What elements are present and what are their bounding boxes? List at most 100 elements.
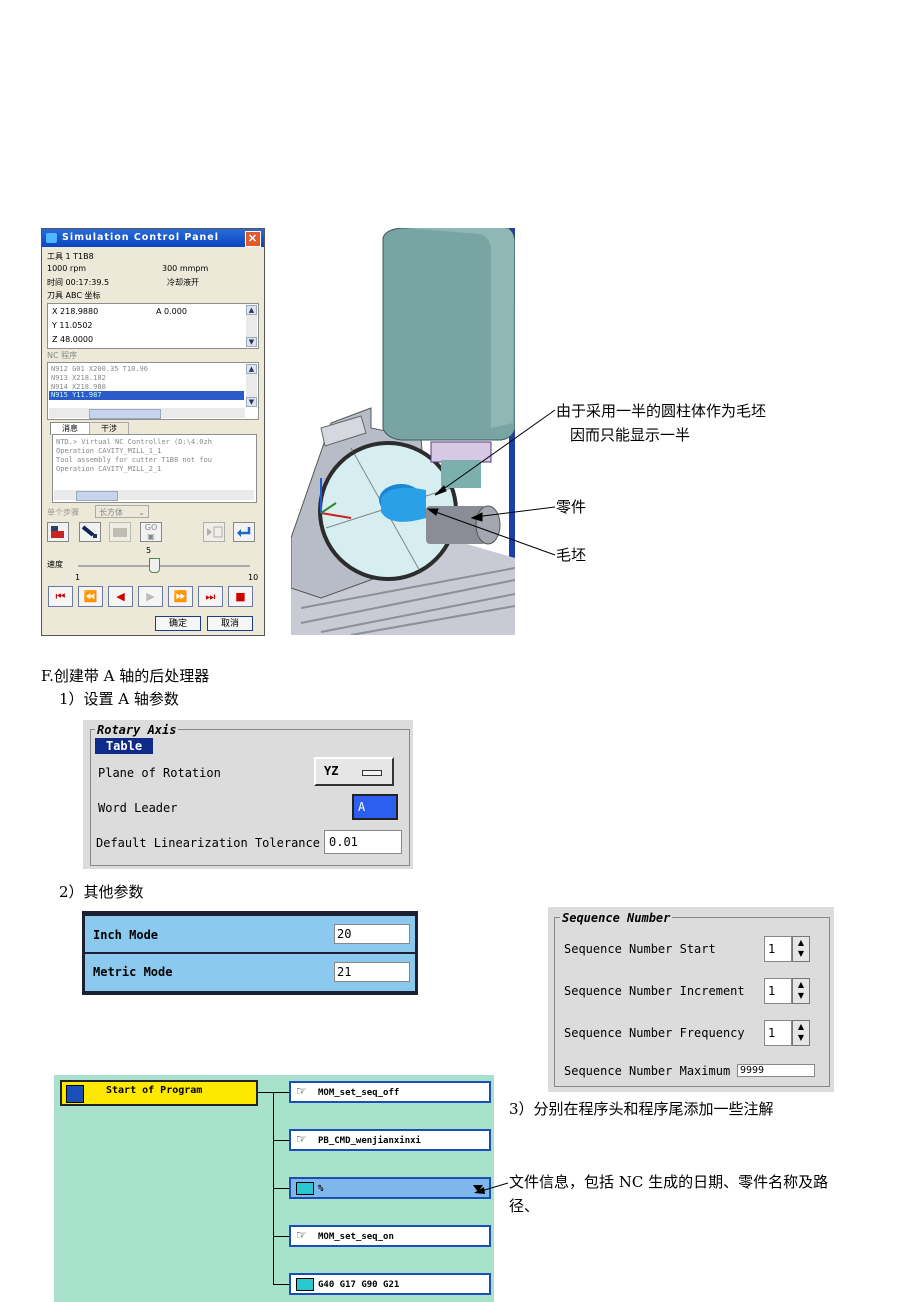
start-of-program-node[interactable]: Start of Program <box>60 1080 258 1106</box>
coord-header: 刀具 ABC 坐标 <box>47 291 101 300</box>
speed-slider-thumb[interactable] <box>149 558 161 573</box>
nc-hscrollbar[interactable] <box>49 408 245 419</box>
tree-node-selected[interactable]: % <box>289 1177 491 1199</box>
coord-a: A 0.000 <box>156 307 187 316</box>
return-icon[interactable] <box>233 522 255 542</box>
seq-increment-label: Sequence Number Increment <box>564 984 745 998</box>
nc-program-list[interactable]: N912 G01 X200.35 T10.96 N913 X218.182 N9… <box>47 362 259 420</box>
sequence-number-panel: Sequence Number Sequence Number Start 1 … <box>548 907 834 1092</box>
seq-frequency-label: Sequence Number Frequency <box>564 1026 745 1040</box>
forward-to-end-button[interactable]: ⏭ <box>198 586 223 607</box>
step-back-button[interactable]: ⏪ <box>78 586 103 607</box>
seq-increment-spinner[interactable]: ▲ ▼ <box>792 978 810 1004</box>
scroll-up-icon[interactable]: ▲ <box>246 364 257 374</box>
panel-titlebar[interactable]: Simulation Control Panel ✕ <box>42 229 264 247</box>
tree-node-block[interactable]: G40 G17 G90 G21 <box>289 1273 491 1295</box>
close-icon[interactable]: ✕ <box>245 231 261 247</box>
tolerance-label: Default Linearization Tolerance <box>96 836 320 850</box>
file-info-note-2: 径、 <box>509 1197 540 1215</box>
stop-button[interactable]: ■ <box>228 586 253 607</box>
coord-y: Y 11.0502 <box>52 321 93 330</box>
tool-row: 工具 1 T1B8 <box>47 252 94 261</box>
step-3-label: 3）分别在程序头和程序尾添加一些注解 <box>509 1100 774 1118</box>
speed-value: 5 <box>146 546 152 555</box>
seq-start-spinner[interactable]: ▲ ▼ <box>792 936 810 962</box>
nc-line[interactable]: N914 X218.980 <box>51 383 106 391</box>
simulation-control-panel: Simulation Control Panel ✕ 工具 1 T1B8 100… <box>41 228 265 636</box>
nc-scrollbar[interactable]: ▲ ▼ <box>246 364 257 407</box>
hand-pointer-icon: ☞ <box>296 1132 307 1146</box>
tree-connector <box>273 1284 289 1285</box>
callout-blank: 毛坯 <box>556 546 587 564</box>
inch-mode-label: Inch Mode <box>93 928 159 942</box>
seq-increment-field[interactable]: 1 <box>764 978 792 1004</box>
step-1-label: 1）设置 A 轴参数 <box>59 690 179 708</box>
play-button[interactable]: ▶ <box>138 586 163 607</box>
part-display-button[interactable] <box>109 522 131 542</box>
note-arrow <box>474 1182 509 1194</box>
callout-half-cylinder-2: 因而只能显示一半 <box>570 426 691 444</box>
plane-rotation-select[interactable]: YZ <box>314 757 394 786</box>
coolant-status: 冷却液开 <box>167 278 199 287</box>
seq-start-field[interactable]: 1 <box>764 936 792 962</box>
rewind-to-start-button[interactable]: ⏮ <box>48 586 73 607</box>
chevron-down-icon: ⌄ <box>138 508 145 517</box>
inch-mode-field[interactable]: 20 <box>334 924 410 944</box>
go-button[interactable]: GO ▣ <box>140 522 162 542</box>
speed-slider-track[interactable] <box>78 565 250 567</box>
callout-half-cylinder: 由于采用一半的圆柱体作为毛坯 <box>556 402 767 420</box>
plane-rotation-label: Plane of Rotation <box>98 766 221 780</box>
log-line: NTD.> Virtual NC Controller (D:\4.0zh <box>56 438 212 446</box>
scroll-down-icon[interactable]: ▼ <box>246 337 257 347</box>
play-reverse-button[interactable]: ◀ <box>108 586 133 607</box>
log-hscrollbar[interactable] <box>54 490 254 501</box>
metric-mode-field[interactable]: 21 <box>334 962 410 982</box>
message-log[interactable]: NTD.> Virtual NC Controller (D:\4.0zh Op… <box>52 434 257 503</box>
coord-z: Z 48.0000 <box>52 335 94 344</box>
scroll-up-icon[interactable]: ▲ <box>246 305 257 315</box>
seq-frequency-field[interactable]: 1 <box>764 1020 792 1046</box>
tree-connector <box>273 1236 289 1237</box>
tree-node-command[interactable]: ☞ MOM_set_seq_off <box>289 1081 491 1103</box>
option-menu-icon <box>362 770 382 776</box>
single-step-label: 单个步骤 <box>47 508 79 517</box>
tree-connector <box>273 1188 289 1189</box>
scroll-thumb[interactable] <box>89 409 161 419</box>
log-line: Tool assembly for cutter T1B8 not fou <box>56 456 212 464</box>
step-2-label: 2）其他参数 <box>59 883 144 901</box>
speed-label: 速度 <box>47 560 63 569</box>
tool-display-button[interactable] <box>79 522 101 542</box>
word-leader-label: Word Leader <box>98 801 178 815</box>
panel-title: Simulation Control Panel <box>62 232 219 243</box>
nc-line[interactable]: N913 X218.182 <box>51 374 106 382</box>
step-forward-button[interactable]: ⏩ <box>168 586 193 607</box>
coord-x: X 218.9880 <box>52 307 99 316</box>
ok-button[interactable]: 确定 <box>155 616 201 631</box>
seq-maximum-field[interactable]: 9999 <box>737 1064 815 1077</box>
seq-maximum-label: Sequence Number Maximum <box>564 1064 731 1078</box>
step-forward-icon[interactable] <box>203 522 225 542</box>
nc-line-selected[interactable]: N915 Y11.987 <box>49 391 244 400</box>
seq-frequency-spinner[interactable]: ▲ ▼ <box>792 1020 810 1046</box>
tab-table[interactable]: Table <box>95 738 153 754</box>
sequence-group-title: Sequence Number <box>560 911 673 925</box>
word-leader-field[interactable]: A <box>352 794 398 820</box>
tolerance-field[interactable]: 0.01 <box>324 830 402 854</box>
coords-scrollbar[interactable]: ▲ ▼ <box>246 305 257 347</box>
scroll-down-icon[interactable]: ▼ <box>246 397 257 407</box>
material-removal-button[interactable] <box>47 522 69 542</box>
nc-line[interactable]: N912 G01 X200.35 T10.96 <box>51 365 148 373</box>
file-info-note: 文件信息，包括 NC 生成的日期、零件名称及路 <box>509 1173 829 1191</box>
callout-arrows <box>426 409 556 556</box>
scroll-thumb[interactable] <box>76 491 118 501</box>
coords-list[interactable]: X 218.9880 A 0.000 Y 11.0502 Z 48.0000 ▲… <box>47 303 259 349</box>
slider-max: 10 <box>248 573 259 582</box>
tree-node-command[interactable]: ☞ MOM_set_seq_on <box>289 1225 491 1247</box>
rotary-axis-panel: Rotary Axis Table Plane of Rotation YZ W… <box>83 720 413 869</box>
cancel-button[interactable]: 取消 <box>207 616 253 631</box>
program-icon <box>66 1085 84 1103</box>
tree-node-command[interactable]: ☞ PB_CMD_wenjianxinxi <box>289 1129 491 1151</box>
rotary-group-title: Rotary Axis <box>95 723 179 737</box>
app-logo-icon <box>46 233 57 243</box>
step-mode-select[interactable]: 长方体 ⌄ <box>95 505 149 518</box>
